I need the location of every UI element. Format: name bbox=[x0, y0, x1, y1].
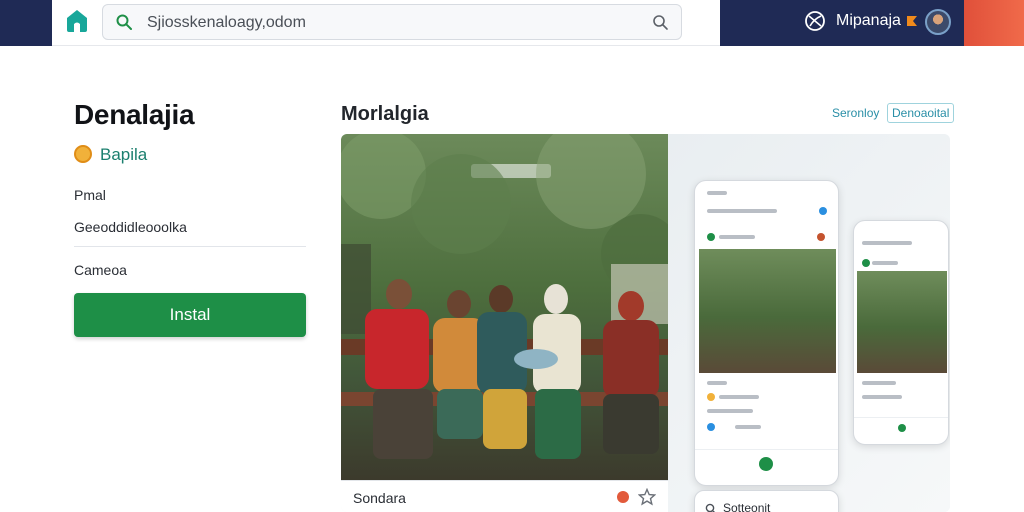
post-author-line bbox=[872, 261, 898, 265]
app-meta-line-3: Cameoa bbox=[74, 262, 127, 278]
section-title: Morlalgia bbox=[341, 103, 429, 125]
app-meta-line-1: Pmal bbox=[74, 187, 106, 203]
phone-screenshot[interactable] bbox=[694, 180, 839, 486]
phone-bottom-nav bbox=[695, 449, 838, 471]
username[interactable]: Mipanaja bbox=[836, 12, 901, 30]
phone-search-label: Sotteonit bbox=[723, 501, 771, 512]
section-link-button[interactable]: Denoaoital bbox=[887, 103, 955, 123]
search-input[interactable] bbox=[147, 12, 627, 34]
section-link[interactable]: Seronloy bbox=[832, 106, 879, 120]
post-text-line bbox=[862, 395, 902, 399]
nav-dot bbox=[759, 457, 773, 471]
developer-badge-icon bbox=[74, 145, 92, 163]
screenshot-gallery[interactable]: Sondara Sotteonit bbox=[341, 134, 950, 512]
search-bar[interactable] bbox=[102, 4, 682, 40]
post-author-dot bbox=[707, 233, 715, 241]
app-meta-line-2: Geeoddidleooolka bbox=[74, 219, 187, 235]
star-icon[interactable] bbox=[638, 488, 656, 506]
top-bar-accent bbox=[964, 0, 1024, 46]
search-end-icon[interactable] bbox=[651, 13, 669, 31]
post-star-dot bbox=[707, 393, 715, 401]
header-dot bbox=[819, 207, 827, 215]
post-author-dot bbox=[862, 259, 870, 267]
nav-dot bbox=[898, 424, 906, 432]
status-bar bbox=[707, 191, 727, 195]
app-header-line bbox=[707, 209, 777, 213]
post-stats-line bbox=[707, 381, 727, 385]
globe-icon[interactable] bbox=[804, 10, 826, 32]
app-logo-icon[interactable] bbox=[64, 8, 90, 34]
search-icon bbox=[705, 503, 715, 512]
post-author-line bbox=[719, 235, 755, 239]
divider bbox=[74, 246, 306, 247]
post-text-line bbox=[707, 409, 753, 413]
flag-icon[interactable] bbox=[905, 13, 919, 31]
install-button[interactable]: Instal bbox=[74, 293, 306, 337]
photo-caption: Sondara bbox=[353, 490, 406, 506]
post-photo bbox=[857, 271, 947, 373]
post-text-line bbox=[862, 381, 896, 385]
phone-bottom-nav bbox=[854, 417, 948, 439]
post-text-line bbox=[719, 395, 759, 399]
developer-name[interactable]: Bapila bbox=[100, 145, 147, 165]
record-dot[interactable] bbox=[617, 491, 629, 503]
avatar[interactable] bbox=[925, 9, 951, 35]
featured-photo[interactable] bbox=[341, 134, 668, 480]
app-title: Denalajia bbox=[74, 99, 195, 130]
search-icon[interactable] bbox=[115, 13, 133, 31]
photo-caption-bar: Sondara bbox=[341, 480, 668, 512]
post-photo bbox=[699, 249, 836, 373]
post-avatar-dot bbox=[817, 233, 825, 241]
phone-screenshot[interactable] bbox=[853, 220, 949, 445]
post-action-line bbox=[735, 425, 761, 429]
photo-scene bbox=[341, 134, 668, 459]
phone-screenshot[interactable]: Sotteonit bbox=[694, 490, 839, 512]
app-header-line bbox=[862, 241, 912, 245]
post-action-dot bbox=[707, 423, 715, 431]
